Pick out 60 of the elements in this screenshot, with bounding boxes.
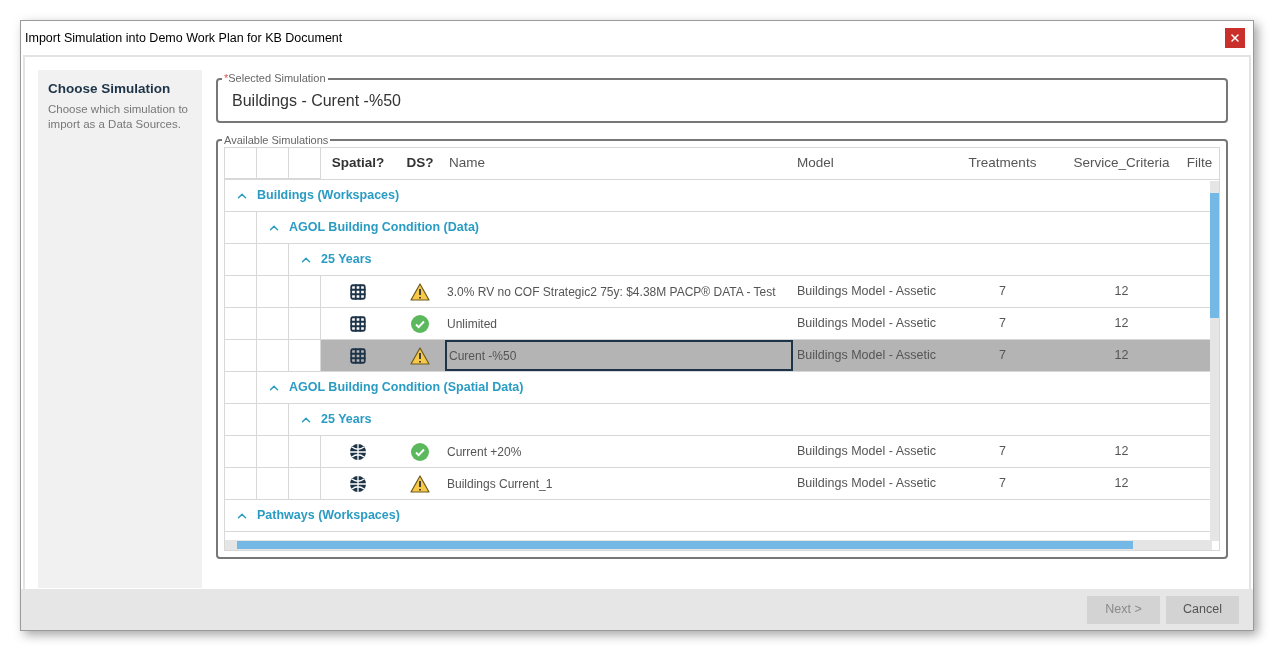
name-cell-text: Buildings Current_1 [446, 475, 554, 493]
column-header[interactable]: Filte [1178, 148, 1219, 179]
treatments-cell-text: 7 [998, 283, 1007, 301]
model-cell-text: Buildings Model - Assetic [796, 315, 937, 333]
service-criteria-cell-text: 12 [1113, 475, 1130, 493]
service-criteria-cell-text: 12 [1113, 283, 1130, 301]
group-label: 25 Years [321, 411, 372, 429]
name-cell-text: Unlimited [446, 315, 498, 333]
warning-icon [410, 346, 430, 365]
table-icon [349, 346, 367, 365]
group-label: Buildings (Workspaces) [257, 187, 400, 205]
group-label: 25 Years [321, 251, 372, 269]
close-icon [1229, 32, 1241, 44]
table-icon [349, 282, 367, 301]
column-header[interactable]: DS? [395, 148, 445, 179]
group-label: AGOL Building Condition (Spatial Data) [289, 379, 524, 397]
column-header[interactable]: Model [793, 148, 940, 179]
simulation-row[interactable]: Curent -%50 Buildings Model - Assetic 7 12 [321, 340, 1210, 372]
column-header[interactable]: Treatments [940, 148, 1065, 179]
name-cell-text: Current +20% [446, 443, 523, 461]
indent-cell [257, 468, 289, 500]
warning-icon [410, 474, 430, 493]
indent-cell [257, 276, 289, 308]
treatments-cell-text: 7 [998, 443, 1007, 461]
model-cell-text: Buildings Model - Assetic [796, 347, 937, 365]
group-label: AGOL Building Condition (Data) [289, 219, 480, 237]
indent-cell [257, 244, 289, 276]
window-title: Import Simulation into Demo Work Plan for KB Document [25, 29, 343, 47]
horizontal-scrollbar[interactable] [225, 540, 1212, 550]
service-criteria-cell-text: 12 [1113, 347, 1130, 365]
treatments-cell-text: 7 [998, 315, 1007, 333]
vertical-scrollbar[interactable] [1210, 181, 1219, 541]
service-criteria-cell-text: 12 [1113, 443, 1130, 461]
check-circle-icon [411, 314, 429, 333]
treatments-cell-text: 7 [998, 347, 1007, 365]
column-header[interactable]: Service_Criteria [1065, 148, 1178, 179]
sidebar-title: Choose Simulation [48, 80, 172, 98]
indent-cell [257, 436, 289, 468]
model-cell-text: Buildings Model - Assetic [796, 443, 937, 461]
field-value: Buildings - Curent -%50 [232, 90, 401, 111]
column-header[interactable]: Name [445, 148, 793, 179]
model-cell-text: Buildings Model - Assetic [796, 283, 937, 301]
name-cell: Curent -%50 [445, 340, 793, 371]
service-criteria-cell-text: 12 [1113, 315, 1130, 333]
indent-cell [257, 404, 289, 436]
warning-icon [410, 282, 430, 301]
globe-icon [349, 474, 367, 493]
group-label: Pathways (Workspaces) [257, 507, 400, 525]
model-cell-text: Buildings Model - Assetic [796, 475, 937, 493]
column-header[interactable]: Spatial? [321, 148, 395, 179]
treatments-cell-text: 7 [998, 475, 1007, 493]
indent-cell [257, 308, 289, 340]
table-icon [349, 314, 367, 333]
footer-button[interactable]: Cancel [1166, 595, 1239, 624]
close-button[interactable] [1225, 28, 1245, 48]
sidebar-description: Choose which simulation to import as a Data Sources. [48, 102, 189, 133]
name-cell-text: 3.0% RV no COF Strategic2 75y: $4.38M PACP® DATA - Test [446, 283, 777, 301]
globe-icon [349, 442, 367, 461]
check-circle-icon [411, 442, 429, 461]
indent-cell [257, 340, 289, 372]
